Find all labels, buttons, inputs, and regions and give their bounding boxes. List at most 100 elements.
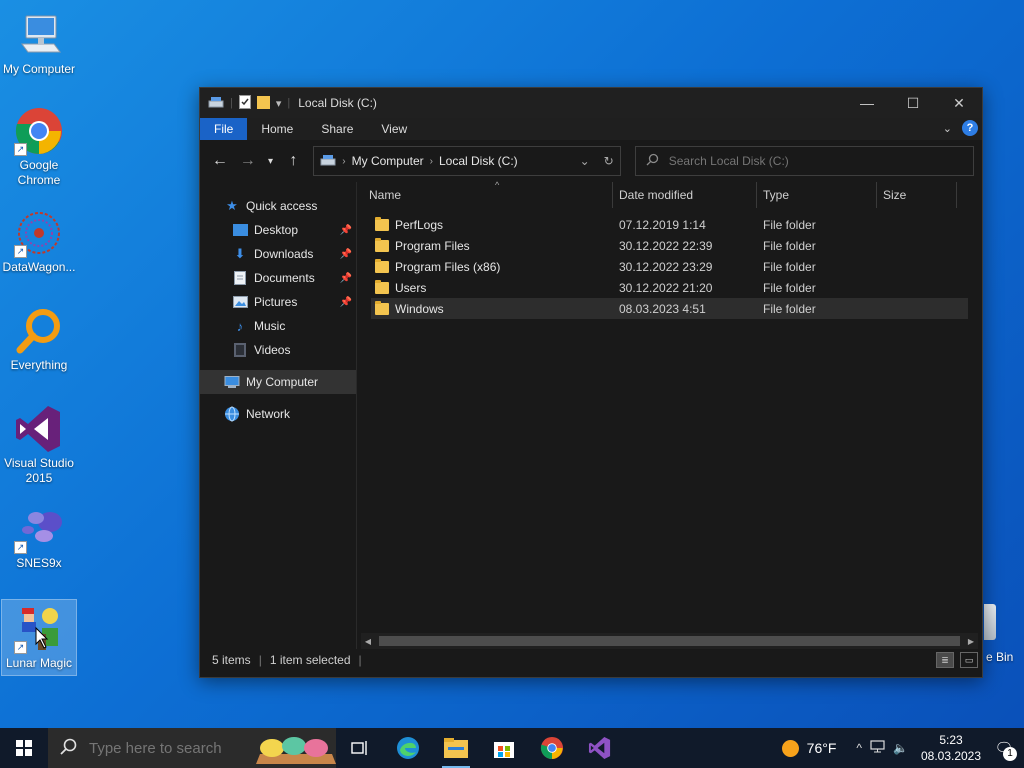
maximize-button[interactable]: ☐ (890, 88, 936, 118)
file-name: Program Files (x86) (395, 259, 501, 274)
desktop-icon-recycle-bin[interactable]: e Bin (984, 604, 1024, 664)
nav-music[interactable]: ♪ Music (200, 314, 356, 338)
breadcrumb-my-computer[interactable]: My Computer (352, 154, 424, 168)
desktop-icon-my-computer[interactable]: My Computer (2, 6, 76, 81)
file-date: 30.12.2022 22:39 (619, 238, 713, 253)
search-box[interactable] (634, 146, 974, 176)
large-icons-view-icon: ▭ (964, 654, 974, 665)
back-button[interactable]: ← (208, 149, 232, 173)
shortcut-arrow-icon: ↗ (14, 541, 27, 554)
properties-icon[interactable] (238, 94, 251, 112)
network-status-icon[interactable] (870, 740, 885, 756)
horizontal-scrollbar[interactable]: ◀ ▶ (361, 633, 978, 649)
scroll-right-icon[interactable]: ▶ (964, 637, 978, 646)
desktop-icon-lunar-magic[interactable]: ↗ Lunar Magic (1, 599, 77, 676)
tab-home[interactable]: Home (247, 118, 307, 140)
address-bar[interactable]: › My Computer › Local Disk (C:) ⌄ ↻ (313, 146, 621, 176)
nav-desktop[interactable]: Desktop 📌 (200, 218, 356, 242)
file-type: File folder (763, 301, 816, 316)
pin-icon[interactable]: 📌 (340, 297, 352, 308)
column-header-type[interactable]: Type (757, 182, 877, 208)
pin-icon[interactable]: 📌 (340, 273, 352, 284)
maximize-icon: ☐ (906, 94, 920, 111)
task-view-button[interactable] (336, 728, 384, 768)
column-header-date-modified[interactable]: Date modified (613, 182, 757, 208)
pin-icon[interactable]: 📌 (340, 249, 352, 260)
tab-view[interactable]: View (367, 118, 421, 140)
volume-icon[interactable]: 🔈 (893, 741, 908, 755)
taskbar-search-input[interactable] (89, 739, 259, 757)
show-hidden-icons-icon[interactable]: ^ (856, 741, 862, 755)
minimize-button[interactable]: — (844, 88, 890, 118)
column-header-size[interactable]: Size (877, 182, 957, 208)
file-row-windows[interactable]: Windows 08.03.2023 4:51 File folder (371, 298, 968, 319)
file-row-perflogs[interactable]: PerfLogs 07.12.2019 1:14 File folder (371, 214, 968, 235)
folder-icon (375, 216, 389, 231)
clock-time: 5:23 (939, 733, 963, 747)
file-name: Windows (395, 301, 444, 316)
weather-widget[interactable]: 76°F (781, 739, 837, 757)
breadcrumb-local-disk[interactable]: Local Disk (C:) (439, 154, 518, 168)
taskbar-search[interactable] (48, 728, 336, 768)
taskbar-file-explorer[interactable] (432, 728, 480, 768)
refresh-icon[interactable]: ↻ (604, 154, 614, 168)
nav-network[interactable]: Network (200, 402, 356, 426)
action-center-button[interactable]: 🗨 1 (984, 728, 1024, 768)
new-folder-icon[interactable] (256, 95, 270, 112)
desktop-icon-google-chrome[interactable]: ↗ Google Chrome (2, 102, 76, 192)
file-row-users[interactable]: Users 30.12.2022 21:20 File folder (371, 277, 968, 298)
tab-share[interactable]: Share (307, 118, 367, 140)
file-row-program-files-x86[interactable]: Program Files (x86) 30.12.2022 23:29 Fil… (371, 256, 968, 277)
sort-ascending-icon: ^ (495, 180, 500, 190)
computer-icon (14, 10, 64, 60)
column-header-row: ^ Name Date modified Type Size (357, 180, 982, 208)
weather-temperature: 76°F (806, 740, 837, 756)
clock[interactable]: 5:23 08.03.2023 (918, 732, 984, 764)
tab-file[interactable]: File (200, 118, 248, 140)
file-row-program-files[interactable]: Program Files 30.12.2022 22:39 File fold… (371, 235, 968, 256)
computer-icon (224, 374, 240, 390)
recycle-bin-icon (984, 604, 996, 640)
taskbar-edge[interactable] (384, 728, 432, 768)
customize-toolbar-icon[interactable]: ▾ (276, 97, 282, 110)
forward-button[interactable]: → (236, 149, 260, 173)
details-view-button[interactable]: ≣ (936, 652, 954, 668)
close-button[interactable]: ✕ (936, 88, 982, 118)
star-icon: ★ (226, 198, 238, 213)
desktop-icon-label: e Bin (986, 650, 1014, 664)
nav-my-computer[interactable]: My Computer (200, 370, 356, 394)
chrome-icon: ↗ (14, 106, 64, 156)
status-item-count: 5 items (212, 653, 251, 667)
desktop-folder-icon (232, 222, 248, 238)
system-tray: 76°F ^ 🔈 5:23 08.03.2023 🗨 1 (781, 728, 1024, 768)
toolbar-divider: | (287, 97, 291, 109)
start-button[interactable] (0, 728, 48, 768)
file-name: Users (395, 280, 427, 295)
nav-quick-access[interactable]: ★ Quick access (200, 194, 356, 218)
nav-documents[interactable]: Documents 📌 (200, 266, 356, 290)
expand-ribbon-icon[interactable]: ⌄ (943, 122, 952, 135)
nav-label: Downloads (254, 247, 314, 261)
desktop-icon-snes9x[interactable]: ↗ SNES9x (2, 500, 76, 575)
help-icon[interactable]: ? (962, 120, 978, 136)
large-icons-view-button[interactable]: ▭ (960, 652, 978, 668)
address-dropdown-icon[interactable]: ⌄ (580, 154, 590, 168)
taskbar-visual-studio[interactable] (576, 728, 624, 768)
nav-downloads[interactable]: ⬇ Downloads 📌 (200, 242, 356, 266)
lunar-magic-icon: ↗ (14, 604, 64, 654)
taskbar-store[interactable] (480, 728, 528, 768)
desktop-icon-datawagon[interactable]: ↗ DataWagon... (2, 204, 76, 279)
column-header-name[interactable]: Name (357, 182, 613, 208)
desktop-icon-everything[interactable]: Everything (2, 302, 76, 377)
file-type: File folder (763, 280, 816, 295)
nav-pictures[interactable]: Pictures 📌 (200, 290, 356, 314)
recent-locations-button[interactable]: ▾ (264, 149, 278, 173)
scroll-left-icon[interactable]: ◀ (361, 637, 375, 646)
taskbar-chrome[interactable] (528, 728, 576, 768)
search-input[interactable] (668, 154, 963, 168)
up-button[interactable]: ↑ (281, 149, 305, 173)
desktop-icon-visual-studio[interactable]: Visual Studio 2015 (2, 400, 76, 490)
pin-icon[interactable]: 📌 (340, 225, 352, 236)
scrollbar-thumb[interactable] (379, 636, 960, 646)
nav-videos[interactable]: Videos (200, 338, 356, 362)
